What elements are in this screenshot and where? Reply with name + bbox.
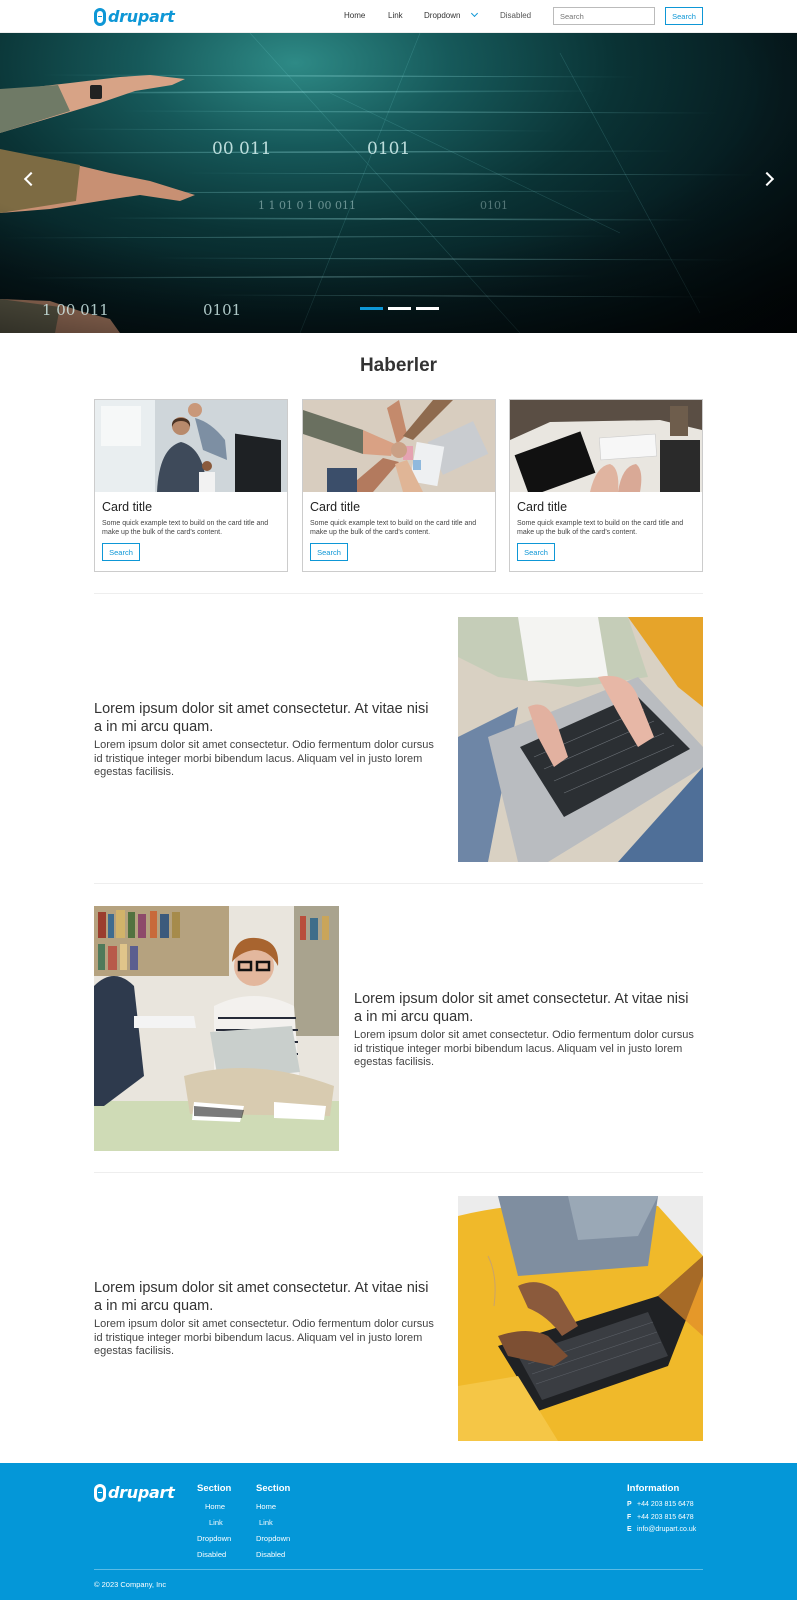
footer-link[interactable]: Dropdown bbox=[197, 1531, 231, 1547]
nav-link-disabled: Disabled bbox=[500, 11, 532, 20]
info-value[interactable]: +44 203 815 6478 bbox=[637, 1501, 694, 1508]
card-image bbox=[95, 400, 287, 492]
search-button[interactable]: Search bbox=[665, 7, 703, 25]
footer-info-title: Information bbox=[627, 1483, 680, 1494]
card-search-button[interactable]: Search bbox=[102, 543, 140, 561]
divider bbox=[94, 1172, 703, 1173]
feature-heading: Lorem ipsum dolor sit amet consectetur. … bbox=[94, 1280, 429, 1314]
feature-body: Lorem ipsum dolor sit amet consectetur. … bbox=[94, 739, 434, 778]
chevron-down-icon bbox=[471, 9, 479, 18]
hero-carousel: 00 011 0101 1 1 01 0 1 00 011 0101 1 00 … bbox=[0, 33, 797, 333]
hero-digits: 0101 bbox=[203, 301, 241, 319]
footer-section-title: Section bbox=[197, 1483, 232, 1494]
copyright: © 2023 Company, Inc bbox=[94, 1580, 167, 1589]
carousel-indicators bbox=[360, 307, 439, 310]
brand-name: drupart bbox=[108, 1483, 175, 1502]
feature-text: Lorem ipsum dolor sit amet consectetur. … bbox=[354, 990, 699, 1070]
nav-link-home[interactable]: Home bbox=[344, 11, 365, 20]
footer-divider bbox=[94, 1569, 703, 1570]
logo-icon bbox=[94, 1483, 106, 1502]
search-input[interactable] bbox=[553, 7, 655, 25]
info-value[interactable]: info@drupart.co.uk bbox=[637, 1526, 696, 1533]
footer-link[interactable]: Disabled bbox=[256, 1547, 290, 1563]
hero-digits: 00 011 bbox=[212, 139, 271, 159]
footer-link[interactable]: Home bbox=[256, 1499, 290, 1515]
footer-section-title: Section bbox=[256, 1483, 291, 1494]
feature-image bbox=[94, 906, 339, 1151]
card-search-button[interactable]: Search bbox=[310, 543, 348, 561]
footer-logo[interactable]: drupart bbox=[94, 1483, 175, 1502]
hero-digits: 1 1 01 0 1 00 011 bbox=[258, 199, 356, 212]
divider bbox=[94, 593, 703, 594]
footer-link[interactable]: Disabled bbox=[197, 1547, 231, 1563]
info-label: P bbox=[627, 1501, 632, 1508]
hero-digits: 1 00 011 bbox=[42, 301, 109, 319]
news-section-title: Haberler bbox=[359, 355, 438, 376]
hero-digits: 0101 bbox=[480, 199, 508, 212]
news-card: Card title Some quick example text to bu… bbox=[509, 399, 703, 572]
card-title: Card title bbox=[102, 500, 153, 514]
card-search-button[interactable]: Search bbox=[517, 543, 555, 561]
feature-image bbox=[458, 617, 703, 862]
nav-dropdown-label: Dropdown bbox=[424, 11, 461, 20]
footer-info: Information P +44 203 815 6478 F +44 203 8… bbox=[627, 1483, 696, 1537]
feature-heading: Lorem ipsum dolor sit amet consectetur. … bbox=[354, 991, 689, 1025]
footer-phone: P +44 203 815 6478 bbox=[627, 1499, 696, 1512]
hero-image: 00 011 0101 1 1 01 0 1 00 011 0101 1 00 … bbox=[0, 33, 797, 333]
footer-link[interactable]: Dropdown bbox=[256, 1531, 290, 1547]
footer-section: Section Home Link Dropdown Disabled bbox=[197, 1483, 231, 1563]
feature-body: Lorem ipsum dolor sit amet consectetur. … bbox=[354, 1029, 694, 1068]
info-label: E bbox=[627, 1526, 632, 1533]
card-title: Card title bbox=[310, 500, 361, 514]
nav-dropdown[interactable]: Dropdown bbox=[424, 9, 479, 20]
divider bbox=[94, 883, 703, 884]
feature-text: Lorem ipsum dolor sit amet consectetur. … bbox=[94, 700, 439, 780]
footer-section: Section Home Link Dropdown Disabled bbox=[256, 1483, 290, 1563]
feature-heading: Lorem ipsum dolor sit amet consectetur. … bbox=[94, 701, 429, 735]
feature-text: Lorem ipsum dolor sit amet consectetur. … bbox=[94, 1279, 439, 1359]
footer-link[interactable]: Link bbox=[256, 1515, 290, 1531]
footer-fax: F +44 203 815 6478 bbox=[627, 1512, 696, 1525]
footer-email: Einfo@drupart.co.uk bbox=[627, 1524, 696, 1537]
card-text: Some quick example text to build on the … bbox=[102, 520, 269, 536]
card-text: Some quick example text to build on the … bbox=[517, 520, 684, 536]
nav-link-link[interactable]: Link bbox=[388, 11, 403, 20]
footer-link[interactable]: Home bbox=[197, 1499, 231, 1515]
feature-image bbox=[458, 1196, 703, 1441]
carousel-indicator[interactable] bbox=[360, 307, 383, 310]
footer-link[interactable]: Link bbox=[197, 1515, 231, 1531]
info-value: +44 203 815 6478 bbox=[637, 1513, 694, 1521]
card-image bbox=[303, 400, 495, 492]
news-card: Card title Some quick example text to bu… bbox=[94, 399, 288, 572]
feature-body: Lorem ipsum dolor sit amet consectetur. … bbox=[94, 1318, 434, 1357]
navbar: drupart Home Link Dropdown Disabled Sear… bbox=[0, 0, 797, 33]
info-label: F bbox=[627, 1513, 632, 1521]
hero-digits: 0101 bbox=[367, 139, 410, 159]
card-text: Some quick example text to build on the … bbox=[310, 520, 477, 536]
card-title: Card title bbox=[517, 500, 568, 514]
footer: drupart Section Home Link Dropdown Disab… bbox=[0, 1463, 797, 1600]
news-card: Card title Some quick example text to bu… bbox=[302, 399, 496, 572]
carousel-indicator[interactable] bbox=[388, 307, 411, 310]
carousel-indicator[interactable] bbox=[416, 307, 439, 310]
card-image bbox=[510, 400, 702, 492]
